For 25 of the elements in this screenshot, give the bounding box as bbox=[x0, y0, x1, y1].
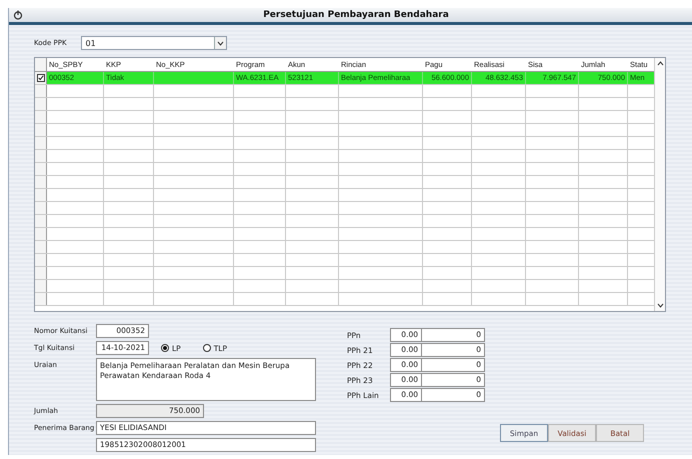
row-header[interactable] bbox=[35, 189, 47, 201]
row-header[interactable] bbox=[35, 124, 47, 136]
window-title: Persetujuan Pembayaran Bendahara bbox=[262, 10, 450, 20]
row-header[interactable] bbox=[35, 111, 47, 123]
row-header[interactable] bbox=[35, 176, 47, 188]
row-header[interactable] bbox=[35, 137, 47, 149]
power-icon[interactable] bbox=[13, 10, 23, 20]
row-header[interactable] bbox=[35, 280, 47, 292]
radio-button[interactable] bbox=[202, 344, 211, 352]
scroll-down-icon[interactable] bbox=[656, 303, 664, 308]
kode-ppk-dropdown[interactable]: 01 bbox=[80, 36, 227, 50]
row-header[interactable] bbox=[35, 267, 47, 279]
row-header[interactable] bbox=[35, 98, 47, 110]
row-header[interactable] bbox=[35, 163, 47, 175]
row-header[interactable] bbox=[35, 202, 47, 214]
row-header[interactable] bbox=[35, 254, 47, 266]
row-header[interactable] bbox=[35, 293, 47, 305]
radio-button[interactable] bbox=[161, 344, 169, 352]
row-header[interactable] bbox=[35, 150, 47, 162]
caret-icon bbox=[216, 40, 224, 46]
scroll-up-icon[interactable] bbox=[656, 61, 664, 66]
row-header[interactable] bbox=[35, 228, 47, 240]
row-header[interactable] bbox=[35, 215, 47, 227]
row-header[interactable] bbox=[35, 241, 47, 253]
row-checkbox[interactable] bbox=[36, 74, 44, 82]
